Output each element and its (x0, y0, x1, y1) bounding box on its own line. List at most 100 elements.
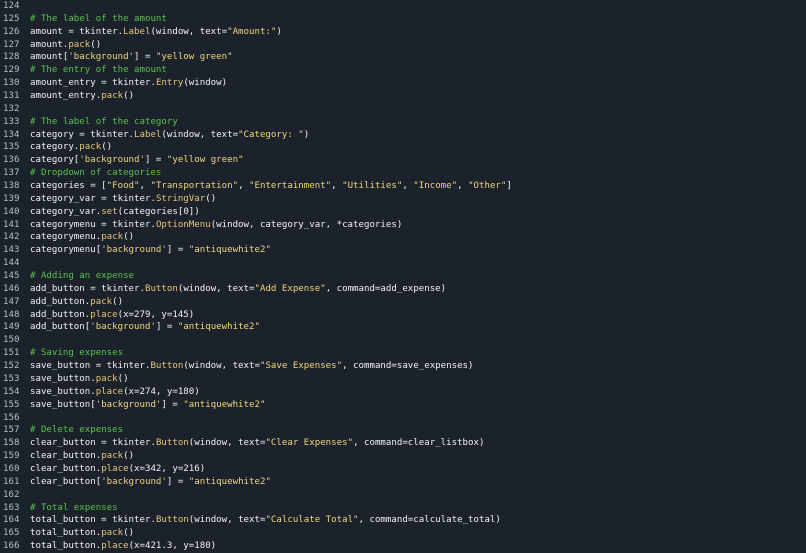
line-code: add_button.pack() (30, 296, 806, 309)
line-code: amount = tkinter.Label(window, text="Amo… (30, 26, 806, 39)
code-token: pack (101, 91, 124, 102)
code-line[interactable]: 151 # Saving expenses (0, 347, 806, 360)
code-token: add_button. (30, 309, 91, 320)
code-token: () (90, 39, 102, 50)
code-line[interactable]: 147 add_button.pack() (0, 296, 806, 309)
code-line[interactable]: 139 category_var = tkinter.StringVar() (0, 193, 806, 206)
code-line[interactable]: 138 categories = ["Food", "Transportation… (0, 180, 806, 193)
code-line[interactable]: 163 # Total expenses (0, 502, 806, 515)
code-token: category. (30, 142, 80, 153)
code-token: Label (123, 26, 151, 37)
code-token: "Transportation" (150, 181, 239, 192)
line-number: 126 (3, 26, 20, 37)
code-line[interactable]: 124 (0, 0, 806, 13)
code-line[interactable]: 137 # Dropdown of categories (0, 167, 806, 180)
code-line[interactable]: 144 (0, 257, 806, 270)
line-number: 151 (3, 348, 20, 359)
code-token: add_button = tkinter. (30, 283, 145, 294)
code-line[interactable]: 152 save_button = tkinter.Button(window, … (0, 360, 806, 373)
line-number: 136 (3, 155, 20, 166)
code-line[interactable]: 149 add_button['background'] = "antiquewh… (0, 321, 806, 334)
code-line[interactable]: 125 # The label of the amount (0, 13, 806, 26)
code-line[interactable]: 161 clear_button['background'] = "antique… (0, 476, 806, 489)
code-line[interactable]: 131 amount_entry.pack() (0, 90, 806, 103)
code-token: amount = tkinter. (30, 26, 124, 37)
code-token: "antiquewhite2" (177, 322, 260, 333)
code-line[interactable]: 157 # Delete expenses (0, 424, 806, 437)
code-token: pack (101, 528, 124, 539)
code-line[interactable]: 129 # The entry of the amount (0, 64, 806, 77)
code-token: , (238, 181, 250, 192)
code-line[interactable]: 146 add_button = tkinter.Button(window, t… (0, 283, 806, 296)
code-line[interactable]: 164 total_button = tkinter.Button(window,… (0, 514, 806, 527)
line-number: 132 (3, 103, 20, 114)
code-line[interactable]: 128 amount['background'] = "yellow green" (0, 51, 806, 64)
line-code: save_button.pack() (30, 373, 806, 386)
code-token: Label (134, 129, 162, 140)
line-number: 164 (3, 515, 20, 526)
code-token: () (101, 142, 113, 153)
code-token: "Clear Expenses" (265, 438, 354, 449)
line-code: # Adding an expense (30, 270, 806, 283)
code-line[interactable]: 165 total_button.pack() (0, 527, 806, 540)
code-token: pack (101, 232, 124, 243)
line-number: 160 (3, 463, 20, 474)
code-line[interactable]: 140 category_var.set(categories[0]) (0, 206, 806, 219)
line-code: category.pack() (30, 141, 806, 154)
code-line[interactable]: 141 categorymenu = tkinter.OptionMenu(win… (0, 219, 806, 232)
line-number: 144 (3, 258, 20, 269)
code-token: ] = (134, 52, 156, 63)
code-line[interactable]: 142 categorymenu.pack() (0, 231, 806, 244)
code-line[interactable]: 127 amount.pack() (0, 39, 806, 52)
line-code: # Total expenses (30, 502, 806, 515)
code-token: , command=calculate_total) (358, 515, 501, 526)
code-line[interactable]: 132 (0, 103, 806, 116)
code-line[interactable]: 166 total_button.place(x=421.3, y=180) (0, 540, 806, 553)
code-line[interactable]: 135 category.pack() (0, 141, 806, 154)
code-line[interactable]: 134 category = tkinter.Label(window, text… (0, 129, 806, 142)
code-token: "Income" (413, 181, 458, 192)
line-number: 133 (3, 116, 20, 127)
line-number: 152 (3, 361, 20, 372)
code-line[interactable]: 156 (0, 412, 806, 425)
code-token: categorymenu[ (30, 245, 102, 256)
code-line[interactable]: 150 (0, 334, 806, 347)
code-line[interactable]: 154 save_button.place(x=274, y=180) (0, 386, 806, 399)
code-line[interactable]: 158 clear_button = tkinter.Button(window,… (0, 437, 806, 450)
line-code: category_var = tkinter.StringVar() (30, 193, 806, 206)
code-line[interactable]: 136 category['background'] = "yellow gree… (0, 154, 806, 167)
code-line[interactable]: 145 # Adding an expense (0, 270, 806, 283)
line-number: 157 (3, 425, 20, 436)
line-code: categories = ["Food", "Transportation", … (30, 180, 806, 193)
code-token: place (101, 463, 129, 474)
code-token: clear_button[ (30, 476, 102, 487)
code-line[interactable]: 133 # The label of the category (0, 116, 806, 129)
line-code: clear_button['background'] = "antiquewhi… (30, 476, 806, 489)
code-token: categorymenu = tkinter. (30, 219, 156, 230)
code-line[interactable]: 143 categorymenu['background'] = "antique… (0, 244, 806, 257)
code-token: Button (155, 515, 189, 526)
code-line[interactable]: 160 clear_button.place(x=342, y=216) (0, 463, 806, 476)
code-line[interactable]: 159 clear_button.pack() (0, 450, 806, 463)
code-token: (window) (183, 78, 228, 89)
line-number: 163 (3, 502, 20, 513)
code-line[interactable]: 155 save_button['background'] = "antiquew… (0, 399, 806, 412)
code-token: 'background' (95, 399, 162, 410)
code-line[interactable]: 153 save_button.pack() (0, 373, 806, 386)
code-line[interactable]: 130 amount_entry = tkinter.Entry(window) (0, 77, 806, 90)
code-token: 'background' (101, 245, 167, 256)
line-number: 138 (3, 181, 20, 192)
code-line[interactable]: 126 amount = tkinter.Label(window, text="… (0, 26, 806, 39)
line-number: 150 (3, 335, 20, 346)
code-token: OptionMenu (155, 219, 211, 230)
line-code: category_var.set(categories[0]) (30, 206, 806, 219)
code-token: pack (90, 296, 113, 307)
code-token: clear_button. (30, 463, 102, 474)
code-token: () (123, 91, 135, 102)
code-line[interactable]: 148 add_button.place(x=279, y=145) (0, 309, 806, 322)
line-code: amount['background'] = "yellow green" (30, 51, 806, 64)
code-line[interactable]: 162 (0, 489, 806, 502)
code-editor[interactable]: 124 125 # The label of the amount 126 amount… (0, 0, 806, 553)
code-token: total_button. (30, 541, 102, 552)
